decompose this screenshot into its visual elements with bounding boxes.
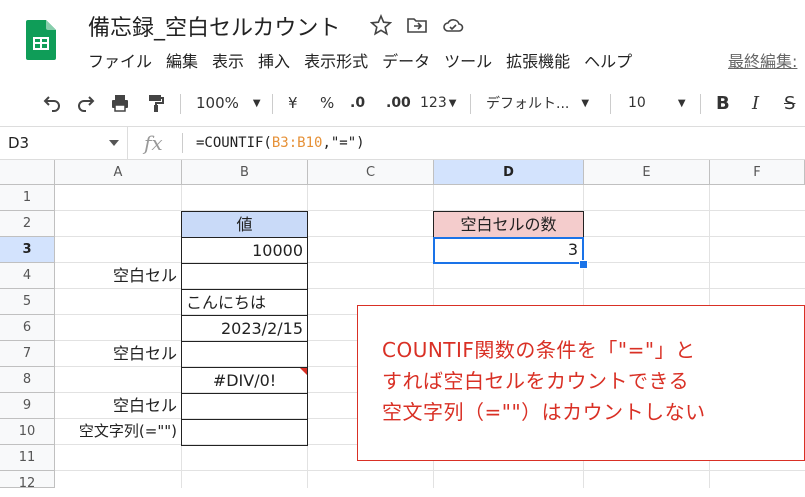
strikethrough-button[interactable]: S (784, 86, 795, 120)
dropdown-arrow-icon: ▼ (677, 97, 686, 109)
column-header-f[interactable]: F (710, 160, 805, 185)
menu-item[interactable]: 挿入 (258, 48, 290, 72)
font-label: デフォルト... (486, 96, 570, 112)
row-header[interactable]: 1 (0, 185, 55, 211)
column-header-d[interactable]: D (434, 160, 584, 185)
name-box-value: D3 (8, 134, 30, 152)
paint-format-icon[interactable] (146, 86, 166, 120)
font-size-label: 10 (628, 95, 646, 111)
increase-decimal-button[interactable]: .00 (386, 86, 411, 120)
column-header-b[interactable]: B (182, 160, 308, 185)
formula-bar: D3 fx =COUNTIF(B3:B10,"=") (0, 126, 805, 160)
column-header-a[interactable]: A (55, 160, 182, 185)
font-size-select[interactable]: 10 ▼ (628, 86, 686, 120)
cloud-saved-icon[interactable] (442, 14, 464, 36)
sheets-logo-icon[interactable] (26, 20, 56, 60)
cell-b9[interactable] (181, 393, 308, 420)
row-header[interactable]: 8 (0, 367, 55, 393)
undo-icon[interactable] (42, 86, 62, 120)
row-header[interactable]: 3 (0, 237, 55, 263)
cell-d3-selected[interactable]: 3 (433, 237, 584, 264)
menu-item[interactable]: ファイル (88, 48, 152, 72)
callout-line-1: COUNTIF関数の条件を「"="」と (382, 338, 696, 362)
row-header[interactable]: 7 (0, 341, 55, 367)
row-header[interactable]: 11 (0, 445, 55, 471)
zoom-select[interactable]: 100% ▼ (196, 86, 261, 120)
cell-b4[interactable] (181, 263, 308, 290)
move-to-folder-icon[interactable] (406, 14, 428, 36)
currency-format-button[interactable]: ¥ (288, 86, 298, 120)
row-header[interactable]: 6 (0, 315, 55, 341)
menu-item[interactable]: ヘルプ (584, 48, 632, 72)
dropdown-arrow-icon: ▼ (581, 97, 590, 109)
menu-item[interactable]: 表示形式 (304, 48, 368, 72)
row-header[interactable]: 4 (0, 263, 55, 289)
menu-item[interactable]: データ (382, 48, 430, 72)
cell-b8[interactable]: #DIV/0! (181, 367, 308, 394)
font-select[interactable]: デフォルト... ▼ (486, 86, 589, 120)
cell-a4[interactable]: 空白セル (55, 263, 181, 289)
cell-a10[interactable]: 空文字列(="") (55, 419, 181, 445)
formula-prefix: =COUNTIF( (196, 135, 272, 151)
zoom-value: 100% (196, 94, 239, 112)
last-edit-link[interactable]: 最終編集: (728, 48, 797, 72)
cell-a7[interactable]: 空白セル (55, 341, 181, 367)
row-header[interactable]: 2 (0, 211, 55, 237)
cell-b3[interactable]: 10000 (181, 237, 308, 264)
callout-line-3: 空文字列（=""）はカウントしない (382, 400, 706, 424)
menu-item[interactable]: 表示 (212, 48, 244, 72)
dropdown-arrow-icon: ▼ (252, 97, 261, 109)
formula-suffix: ,"=") (322, 135, 365, 151)
dropdown-arrow-icon: ▼ (448, 97, 457, 109)
document-title[interactable]: 備忘録_空白セルカウント (88, 10, 340, 42)
cell-d2[interactable]: 空白セルの数 (433, 211, 584, 238)
decrease-decimal-button[interactable]: .0 (350, 86, 365, 120)
number-format-label: 123 (420, 95, 447, 111)
name-box[interactable]: D3 (0, 127, 128, 159)
row-header[interactable]: 5 (0, 289, 55, 315)
number-format-select[interactable]: 123 ▼ (420, 86, 456, 120)
cell-b2[interactable]: 値 (181, 211, 308, 238)
formula-input[interactable]: =COUNTIF(B3:B10,"=") (196, 127, 365, 159)
cell-b7[interactable] (181, 341, 308, 368)
star-icon[interactable] (369, 13, 393, 36)
cell-a9[interactable]: 空白セル (55, 393, 181, 419)
callout-line-2: すれば空白セルをカウントできる (382, 369, 690, 393)
menu-item[interactable]: 編集 (166, 48, 198, 72)
cell-b5[interactable]: こんにちは (181, 289, 308, 316)
row-header[interactable]: 9 (0, 393, 55, 419)
menu-item[interactable]: ツール (444, 48, 492, 72)
redo-icon[interactable] (76, 86, 96, 120)
row-header[interactable]: 10 (0, 419, 55, 445)
fx-icon: fx (144, 131, 163, 155)
column-header-e[interactable]: E (584, 160, 710, 185)
increase-decimal-label: .00 (386, 95, 411, 111)
menu-item[interactable]: 拡張機能 (506, 48, 570, 72)
select-all-corner[interactable] (0, 160, 55, 185)
toolbar: 100% ▼ ¥ % .0 .00 123 ▼ デフォルト... ▼ 10 ▼ B I … (0, 86, 805, 120)
cell-b6[interactable]: 2023/2/15 (181, 315, 308, 342)
cell-b10[interactable] (181, 419, 308, 446)
formula-range-ref: B3:B10 (271, 135, 323, 151)
menu-bar: ファイル 編集 表示 挿入 表示形式 データ ツール 拡張機能 ヘルプ (88, 48, 646, 72)
fill-handle[interactable] (579, 260, 588, 269)
column-header-c[interactable]: C (308, 160, 434, 185)
error-indicator-icon (300, 368, 307, 375)
dropdown-arrow-icon (109, 140, 119, 146)
percent-format-button[interactable]: % (320, 86, 334, 120)
annotation-callout: COUNTIF関数の条件を「"="」と すれば空白セルをカウントできる 空文字列… (357, 305, 805, 461)
decrease-decimal-label: .0 (350, 95, 366, 111)
italic-button[interactable]: I (752, 86, 759, 120)
row-header[interactable]: 12 (0, 471, 55, 491)
bold-button[interactable]: B (716, 86, 730, 120)
print-icon[interactable] (110, 86, 130, 120)
